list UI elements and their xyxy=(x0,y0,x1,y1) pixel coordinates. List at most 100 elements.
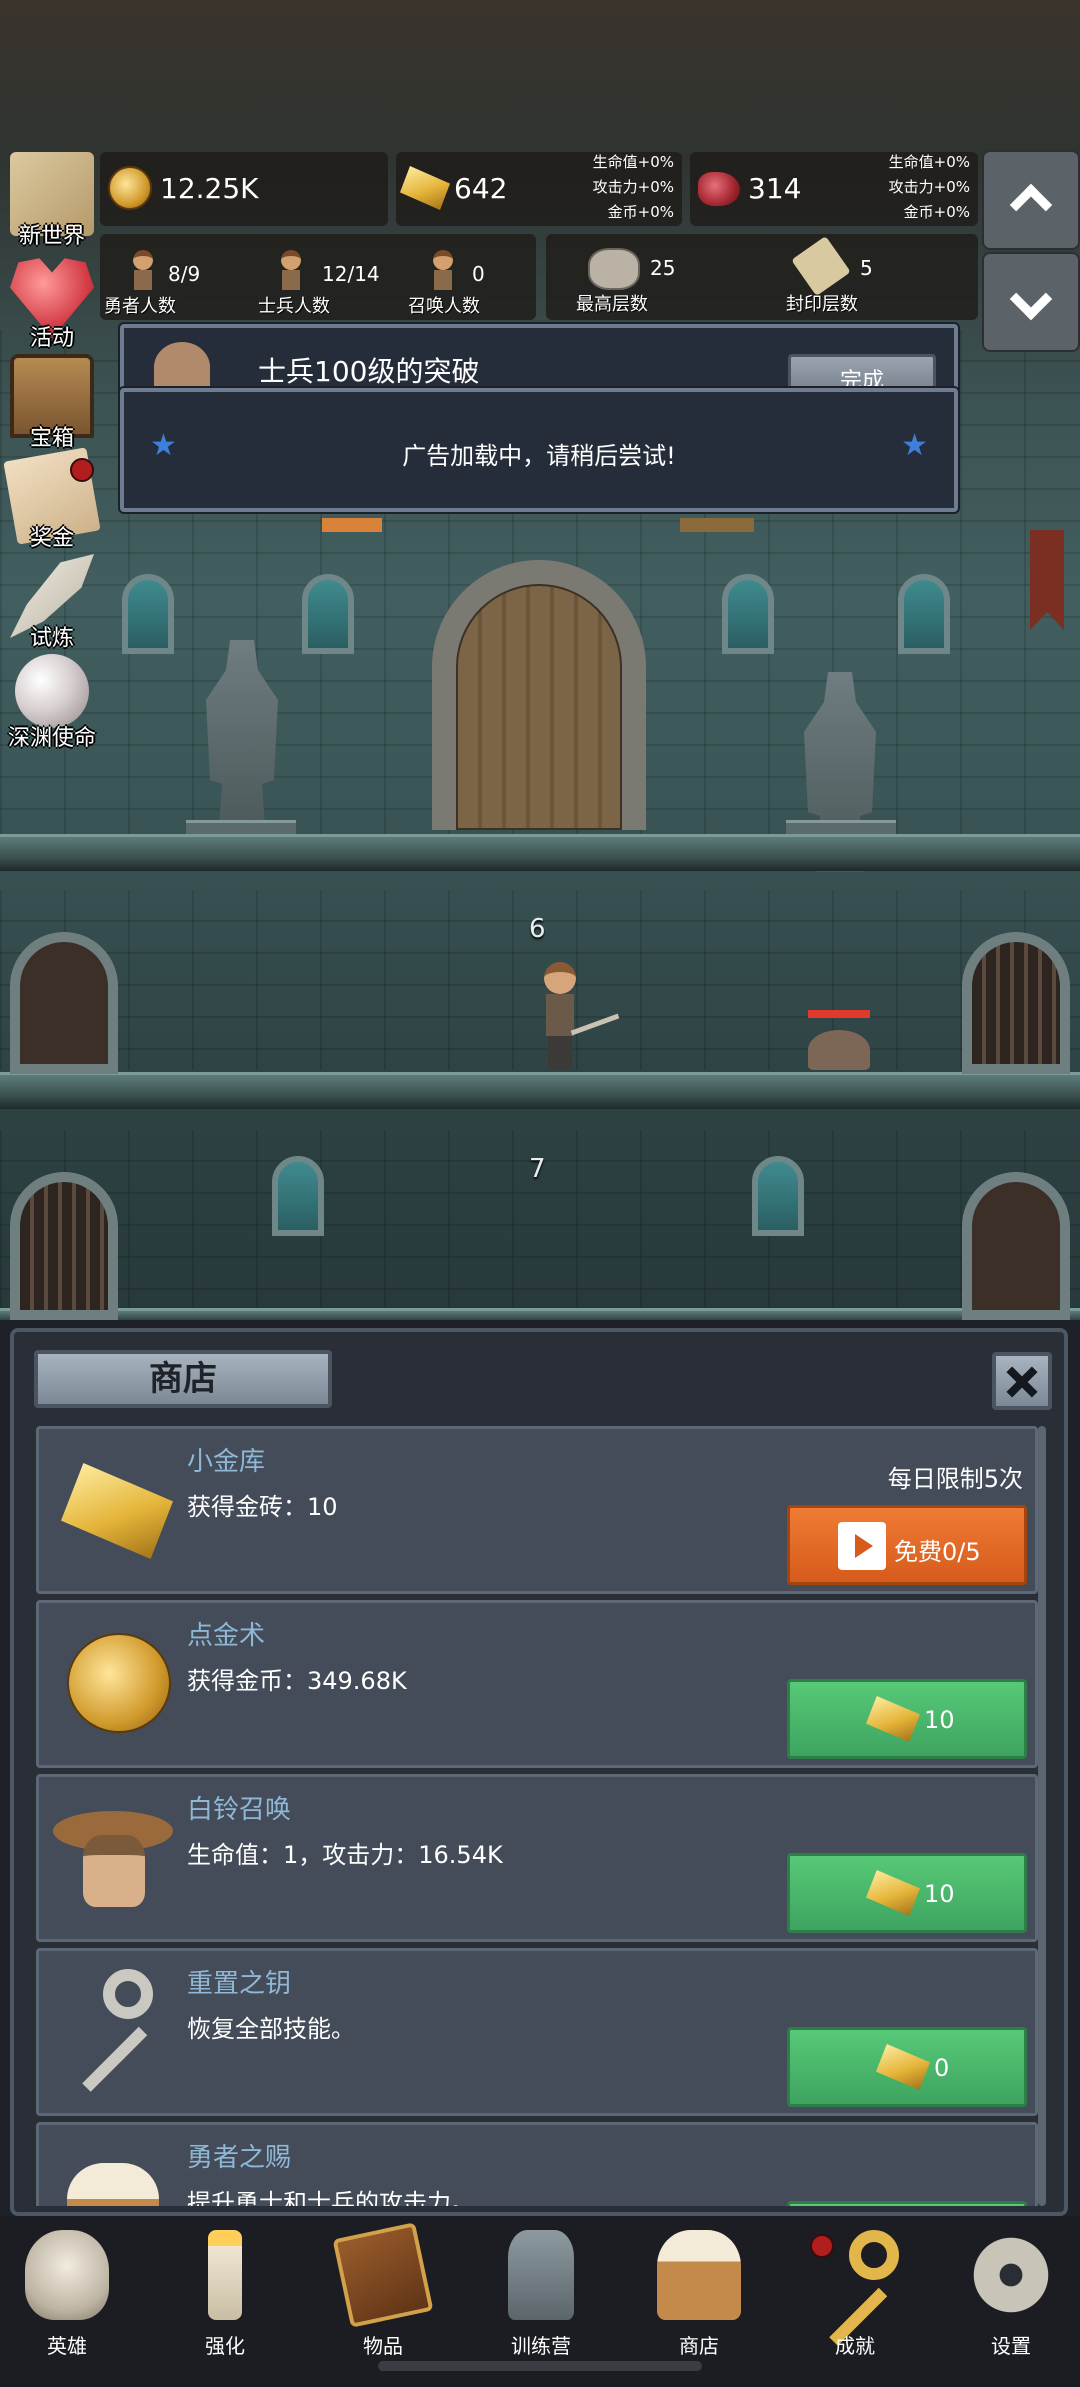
meat-panel: 314 生命值+0% 攻击力+0% 金币+0% xyxy=(690,152,978,226)
side-menu-trial[interactable]: 试炼 xyxy=(0,554,104,651)
key-icon xyxy=(53,1969,173,2092)
soldier-count-label: 士兵人数 xyxy=(258,296,330,317)
gold-coin-icon xyxy=(108,166,152,210)
soldier-count: 12/14 xyxy=(322,262,380,286)
summon-portrait-icon xyxy=(53,1795,173,1915)
goldbar-bonus: 生命值+0% 攻击力+0% 金币+0% xyxy=(592,153,674,221)
shop-list[interactable]: 小金库 获得金砖：10 每日限制5次 免费0/5 点金术 获得金币：349.68… xyxy=(36,1426,1052,2206)
buy-button[interactable]: 10 xyxy=(787,1853,1027,1933)
side-menu-label: 新世界 xyxy=(18,224,85,249)
nav-heroes[interactable]: 英雄 xyxy=(12,2230,122,2360)
gear-icon xyxy=(969,2230,1053,2320)
ad-notification: ★ 广告加载中，请稍后尝试! ★ xyxy=(120,388,958,512)
gold-bar-icon xyxy=(400,166,450,210)
item-name: 点金术 xyxy=(187,1621,266,1651)
nav-label: 训练营 xyxy=(511,2334,571,2358)
free-ad-button[interactable]: 免费0/5 xyxy=(787,1505,1027,1585)
scroll-up-button[interactable] xyxy=(982,150,1080,250)
torch-light xyxy=(322,518,382,532)
floor-window xyxy=(272,1156,324,1236)
spider-enemy[interactable] xyxy=(808,1030,870,1070)
item-desc: 生命值：1，攻击力：16.54K xyxy=(187,1841,503,1869)
hero-count: 8/9 xyxy=(168,262,201,286)
nav-settings[interactable]: 设置 xyxy=(956,2230,1066,2360)
button-label: 免费0/5 xyxy=(894,1538,981,1566)
meat-icon xyxy=(698,172,740,206)
floor-window xyxy=(752,1156,804,1236)
side-menu-new-world[interactable]: 新世界 xyxy=(0,152,104,249)
buy-button[interactable]: 0 xyxy=(787,2027,1027,2107)
video-icon xyxy=(838,1522,886,1570)
nav-enhance[interactable]: 强化 xyxy=(170,2230,280,2360)
scroll-down-button[interactable] xyxy=(982,252,1080,352)
castle-window xyxy=(122,574,174,654)
floor-gate-left xyxy=(10,1172,118,1320)
gold-bar-icon xyxy=(866,1696,920,1742)
stone-icon xyxy=(588,248,640,290)
shop-panel: 商店 小金库 获得金砖：10 每日限制5次 免费0/5 点金术 获得金币：349… xyxy=(10,1328,1068,2216)
side-menu-label: 宝箱 xyxy=(29,426,74,451)
nav-label: 设置 xyxy=(991,2334,1031,2358)
nav-shop[interactable]: 商店 xyxy=(644,2230,754,2360)
close-button[interactable] xyxy=(992,1352,1052,1410)
buy-button[interactable] xyxy=(787,2201,1027,2206)
star-icon: ★ xyxy=(901,428,928,463)
side-menu-label: 活动 xyxy=(29,326,74,351)
nav-items[interactable]: 物品 xyxy=(328,2222,438,2360)
gold-coin-icon xyxy=(53,1621,173,1741)
quest-notification[interactable]: 士兵100级的突破 完成 xyxy=(120,324,958,404)
buy-button[interactable]: 10 xyxy=(787,1679,1027,1759)
enemy-hp-bar xyxy=(808,1010,870,1018)
item-desc: 获得金砖：10 xyxy=(187,1493,338,1521)
highest-floor: 25 xyxy=(650,256,676,280)
shop-item-small-vault: 小金库 获得金砖：10 每日限制5次 免费0/5 xyxy=(36,1426,1038,1594)
item-desc: 提升勇士和士兵的攻击力。 xyxy=(187,2189,475,2206)
wall-lamp xyxy=(680,518,754,532)
castle-window xyxy=(898,574,950,654)
side-menu-bonus[interactable]: 奖金 xyxy=(0,447,104,551)
shop-item-hero-gift: 勇者之赐 提升勇士和士兵的攻击力。 xyxy=(36,2122,1038,2206)
item-name: 小金库 xyxy=(187,1447,266,1477)
castle-window xyxy=(302,574,354,654)
hero-count-label: 勇者人数 xyxy=(104,296,176,317)
lantern-icon xyxy=(508,2230,574,2320)
shop-item-bell-summon: 白铃召唤 生命值：1，攻击力：16.54K 10 xyxy=(36,1774,1038,1942)
home-indicator[interactable] xyxy=(378,2361,702,2371)
castle-window xyxy=(722,574,774,654)
skull-icon xyxy=(25,2230,109,2320)
side-menu-chest[interactable]: 宝箱 xyxy=(0,354,104,451)
quest-title: 士兵100级的突破 xyxy=(258,355,480,388)
shop-scrollbar[interactable] xyxy=(1038,1426,1046,2206)
notification-dot xyxy=(70,458,94,482)
floor-ledge xyxy=(0,834,1080,871)
side-menu-abyss-mission[interactable]: 深渊使命 xyxy=(0,654,104,751)
highest-floor-label: 最高层数 xyxy=(576,294,648,315)
nav-label: 成就 xyxy=(835,2334,875,2358)
shop-item-reset-key: 重置之钥 恢复全部技能。 0 xyxy=(36,1948,1038,2116)
candle-icon xyxy=(208,2230,242,2320)
book-icon xyxy=(332,2222,434,2328)
gold-bar-icon xyxy=(876,2044,930,2090)
soldier-count-icon xyxy=(276,250,306,292)
item-name: 重置之钥 xyxy=(187,1969,292,1999)
side-menu-label: 深渊使命 xyxy=(7,726,96,751)
item-desc: 获得金币：349.68K xyxy=(187,1667,407,1695)
goldbar-panel: 642 生命值+0% 攻击力+0% 金币+0% xyxy=(396,152,682,226)
summon-count: 0 xyxy=(472,262,485,286)
hero-character[interactable] xyxy=(540,962,620,1072)
summon-count-icon xyxy=(428,250,458,292)
coin-amount: 12.25K xyxy=(160,172,259,205)
notification-dot xyxy=(810,2234,834,2258)
item-name: 白铃召唤 xyxy=(187,1795,292,1825)
side-menu-event[interactable]: 活动 xyxy=(0,254,104,351)
meat-amount: 314 xyxy=(748,172,802,205)
nav-label: 商店 xyxy=(679,2334,719,2358)
sealed-floor: 5 xyxy=(860,256,873,280)
floor-ledge xyxy=(0,1308,1080,1320)
floor-door-right xyxy=(962,1172,1070,1320)
nav-training-camp[interactable]: 训练营 xyxy=(486,2230,596,2360)
castle-gate[interactable] xyxy=(432,560,646,830)
nav-achievements[interactable]: 成就 xyxy=(800,2230,910,2360)
floor-door-left xyxy=(10,932,118,1074)
pearl-icon xyxy=(15,654,89,728)
